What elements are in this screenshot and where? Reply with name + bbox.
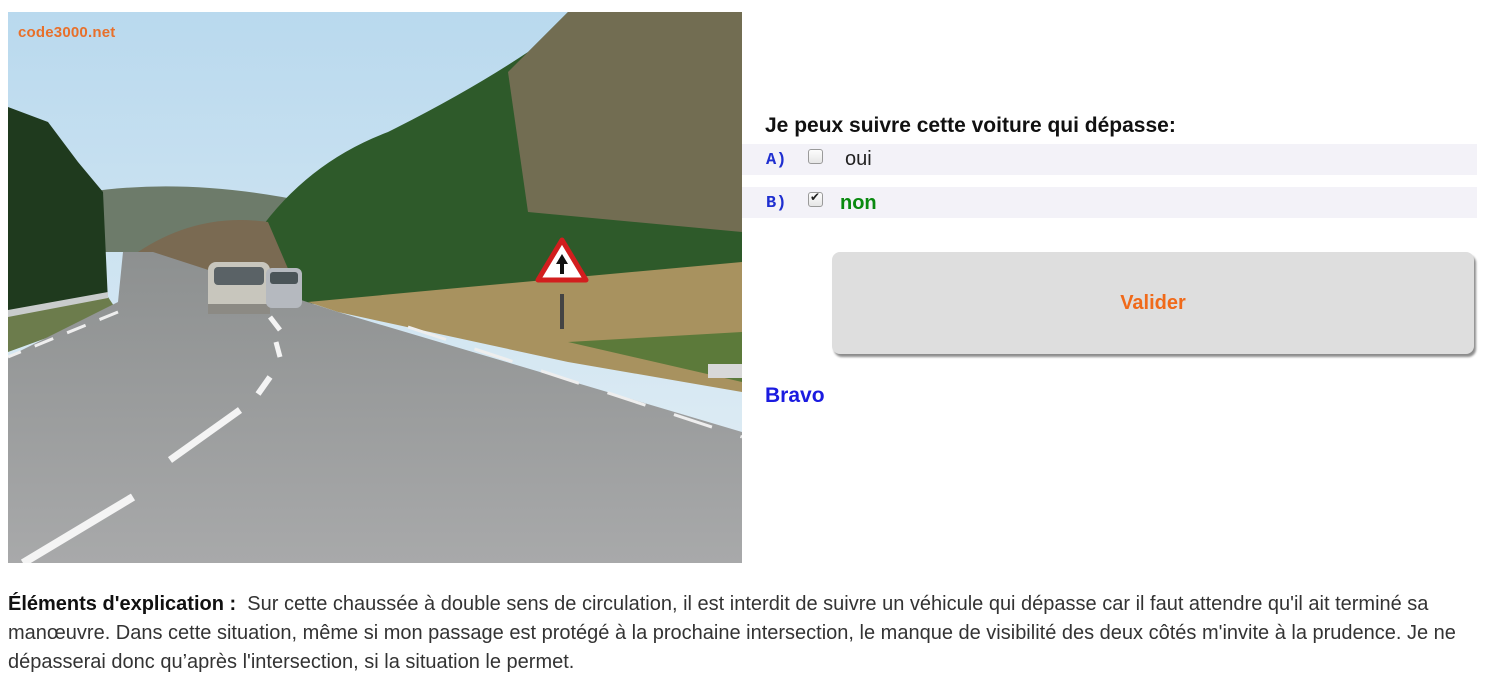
- question-text: Je peux suivre cette voiture qui dépasse…: [765, 114, 1176, 137]
- answer-letter: B): [766, 194, 787, 213]
- answer-label: non: [840, 192, 877, 214]
- explanation-heading: Éléments d'explication :: [8, 593, 237, 615]
- answer-option-a[interactable]: A) oui: [742, 144, 1477, 175]
- question-photo: code3000.net: [8, 12, 742, 563]
- validate-button[interactable]: Valider: [832, 252, 1474, 354]
- validate-button-label: Valider: [1120, 292, 1186, 314]
- road-scene-image: [8, 12, 742, 563]
- answer-letter: A): [766, 151, 787, 170]
- answer-option-b[interactable]: B) non: [742, 187, 1477, 218]
- answer-b-checkbox[interactable]: [808, 190, 823, 207]
- answer-a-checkbox[interactable]: [808, 149, 823, 164]
- answer-label: oui: [845, 148, 872, 170]
- watermark-logo: code3000.net: [18, 24, 116, 41]
- explanation-block: Éléments d'explication : Sur cette chaus…: [8, 590, 1478, 677]
- result-feedback: Bravo: [765, 384, 825, 407]
